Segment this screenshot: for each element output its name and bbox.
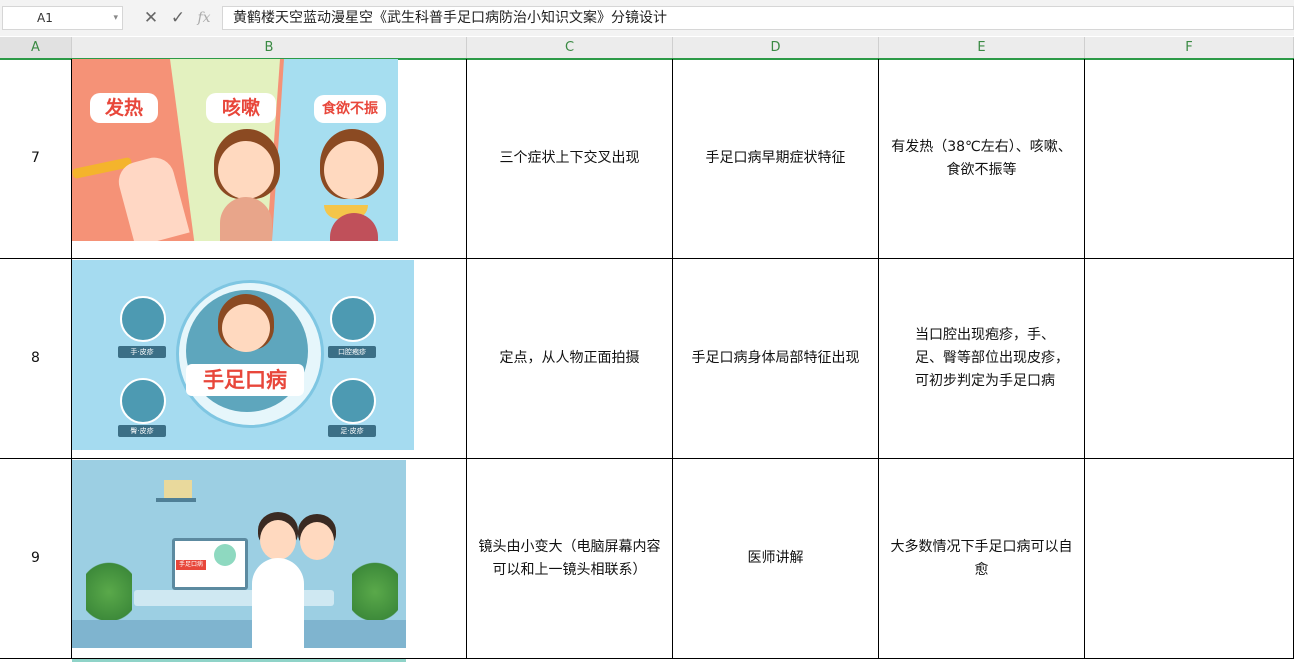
fever-label: 发热 [90, 93, 158, 123]
shot-cell[interactable]: 镜头由小变大（电脑屏幕内容可以和上一镜头相联系） [467, 459, 673, 658]
face-shape [260, 520, 296, 560]
column-header-e[interactable]: E [879, 37, 1085, 58]
column-header-bar: A B C D E F [0, 37, 1294, 60]
hfmd-illustration[interactable]: 手足口病 手·皮疹 口腔疱疹 臀·皮疹 足·皮疹 [72, 260, 414, 450]
voiceover-cell[interactable]: 有发热（38℃左右）、咳嗽、食欲不振等 [879, 59, 1085, 258]
column-header-d[interactable]: D [673, 37, 879, 58]
empty-cell[interactable] [1085, 59, 1294, 258]
column-header-b[interactable]: B [72, 37, 467, 58]
cancel-icon[interactable]: ✕ [140, 7, 162, 29]
row-number[interactable]: 8 [0, 259, 72, 458]
voiceover-text: 大多数情况下手足口病可以自愈 [890, 538, 1073, 578]
check-icon[interactable]: ✓ [167, 7, 189, 29]
body-shape [220, 197, 272, 241]
no-appetite-label: 食欲不振 [314, 95, 386, 123]
face-shape [222, 304, 270, 352]
cell-reference: A1 [37, 11, 53, 25]
cough-label: 咳嗽 [206, 93, 276, 123]
hand-rash-label: 手·皮疹 [118, 346, 166, 358]
face-shape [300, 522, 334, 560]
shot-cell[interactable]: 定点，从人物正面拍摄 [467, 259, 673, 458]
voiceover-text: 当口腔出现疱疹，手、足、臀等部位出现皮疹，可初步判定为手足口病 [915, 327, 1069, 389]
voiceover-cell[interactable]: 大多数情况下手足口病可以自愈 [879, 459, 1085, 658]
row-divider [0, 458, 1294, 459]
content-text: 医师讲解 [747, 550, 804, 566]
row-divider [0, 258, 1294, 259]
function-icon[interactable]: fx [193, 7, 215, 29]
voiceover-text: 有发热（38℃左右）、咳嗽、食欲不振等 [891, 138, 1072, 178]
name-box[interactable]: A1 ▾ [2, 6, 123, 30]
column-header-c[interactable]: C [467, 37, 673, 58]
row-number[interactable]: 7 [0, 59, 72, 258]
formula-bar: A1 ▾ ✕ ✓ fx 黄鹤楼天空蓝动漫星空《武生科普手足口病防治小知识文案》分… [0, 0, 1294, 36]
face-shape [324, 141, 378, 199]
hand-shape [114, 153, 190, 241]
screen-label: 手足口病 [176, 560, 206, 570]
content-text: 手足口病身体局部特征出现 [691, 350, 860, 366]
plant-icon [86, 550, 132, 620]
row-number[interactable]: 9 [0, 459, 72, 658]
hfmd-title: 手足口病 [186, 364, 304, 396]
doctor-illustration[interactable]: 手足口病 [72, 460, 406, 648]
column-header-f[interactable]: F [1085, 37, 1294, 58]
buttock-rash-label: 臀·皮疹 [118, 425, 166, 437]
empty-cell[interactable] [1085, 459, 1294, 658]
content-cell[interactable]: 手足口病早期症状特征 [673, 59, 879, 258]
shot-text: 定点，从人物正面拍摄 [499, 350, 640, 366]
column-header-a[interactable]: A [0, 37, 72, 58]
voiceover-cell[interactable]: 当口腔出现疱疹，手、足、臀等部位出现皮疹，可初步判定为手足口病 [879, 259, 1085, 458]
doctor-coat [252, 558, 304, 648]
shot-text: 三个症状上下交叉出现 [499, 150, 640, 166]
face-shape [218, 141, 274, 199]
content-text: 手足口病早期症状特征 [705, 150, 846, 166]
chevron-down-icon[interactable]: ▾ [113, 7, 118, 29]
shot-text: 镜头由小变大（电脑屏幕内容可以和上一镜头相联系） [478, 538, 661, 578]
mouth-rash-label: 口腔疱疹 [328, 346, 376, 358]
plant-icon [352, 550, 398, 620]
formula-input[interactable]: 黄鹤楼天空蓝动漫星空《武生科普手足口病防治小知识文案》分镜设计 [222, 6, 1294, 30]
content-cell[interactable]: 手足口病身体局部特征出现 [673, 259, 879, 458]
content-cell[interactable]: 医师讲解 [673, 459, 879, 658]
empty-cell[interactable] [1085, 259, 1294, 458]
foot-rash-label: 足·皮疹 [328, 425, 376, 437]
symptoms-illustration[interactable]: 发热 咳嗽 食欲不振 [72, 59, 398, 241]
shot-cell[interactable]: 三个症状上下交叉出现 [467, 59, 673, 258]
